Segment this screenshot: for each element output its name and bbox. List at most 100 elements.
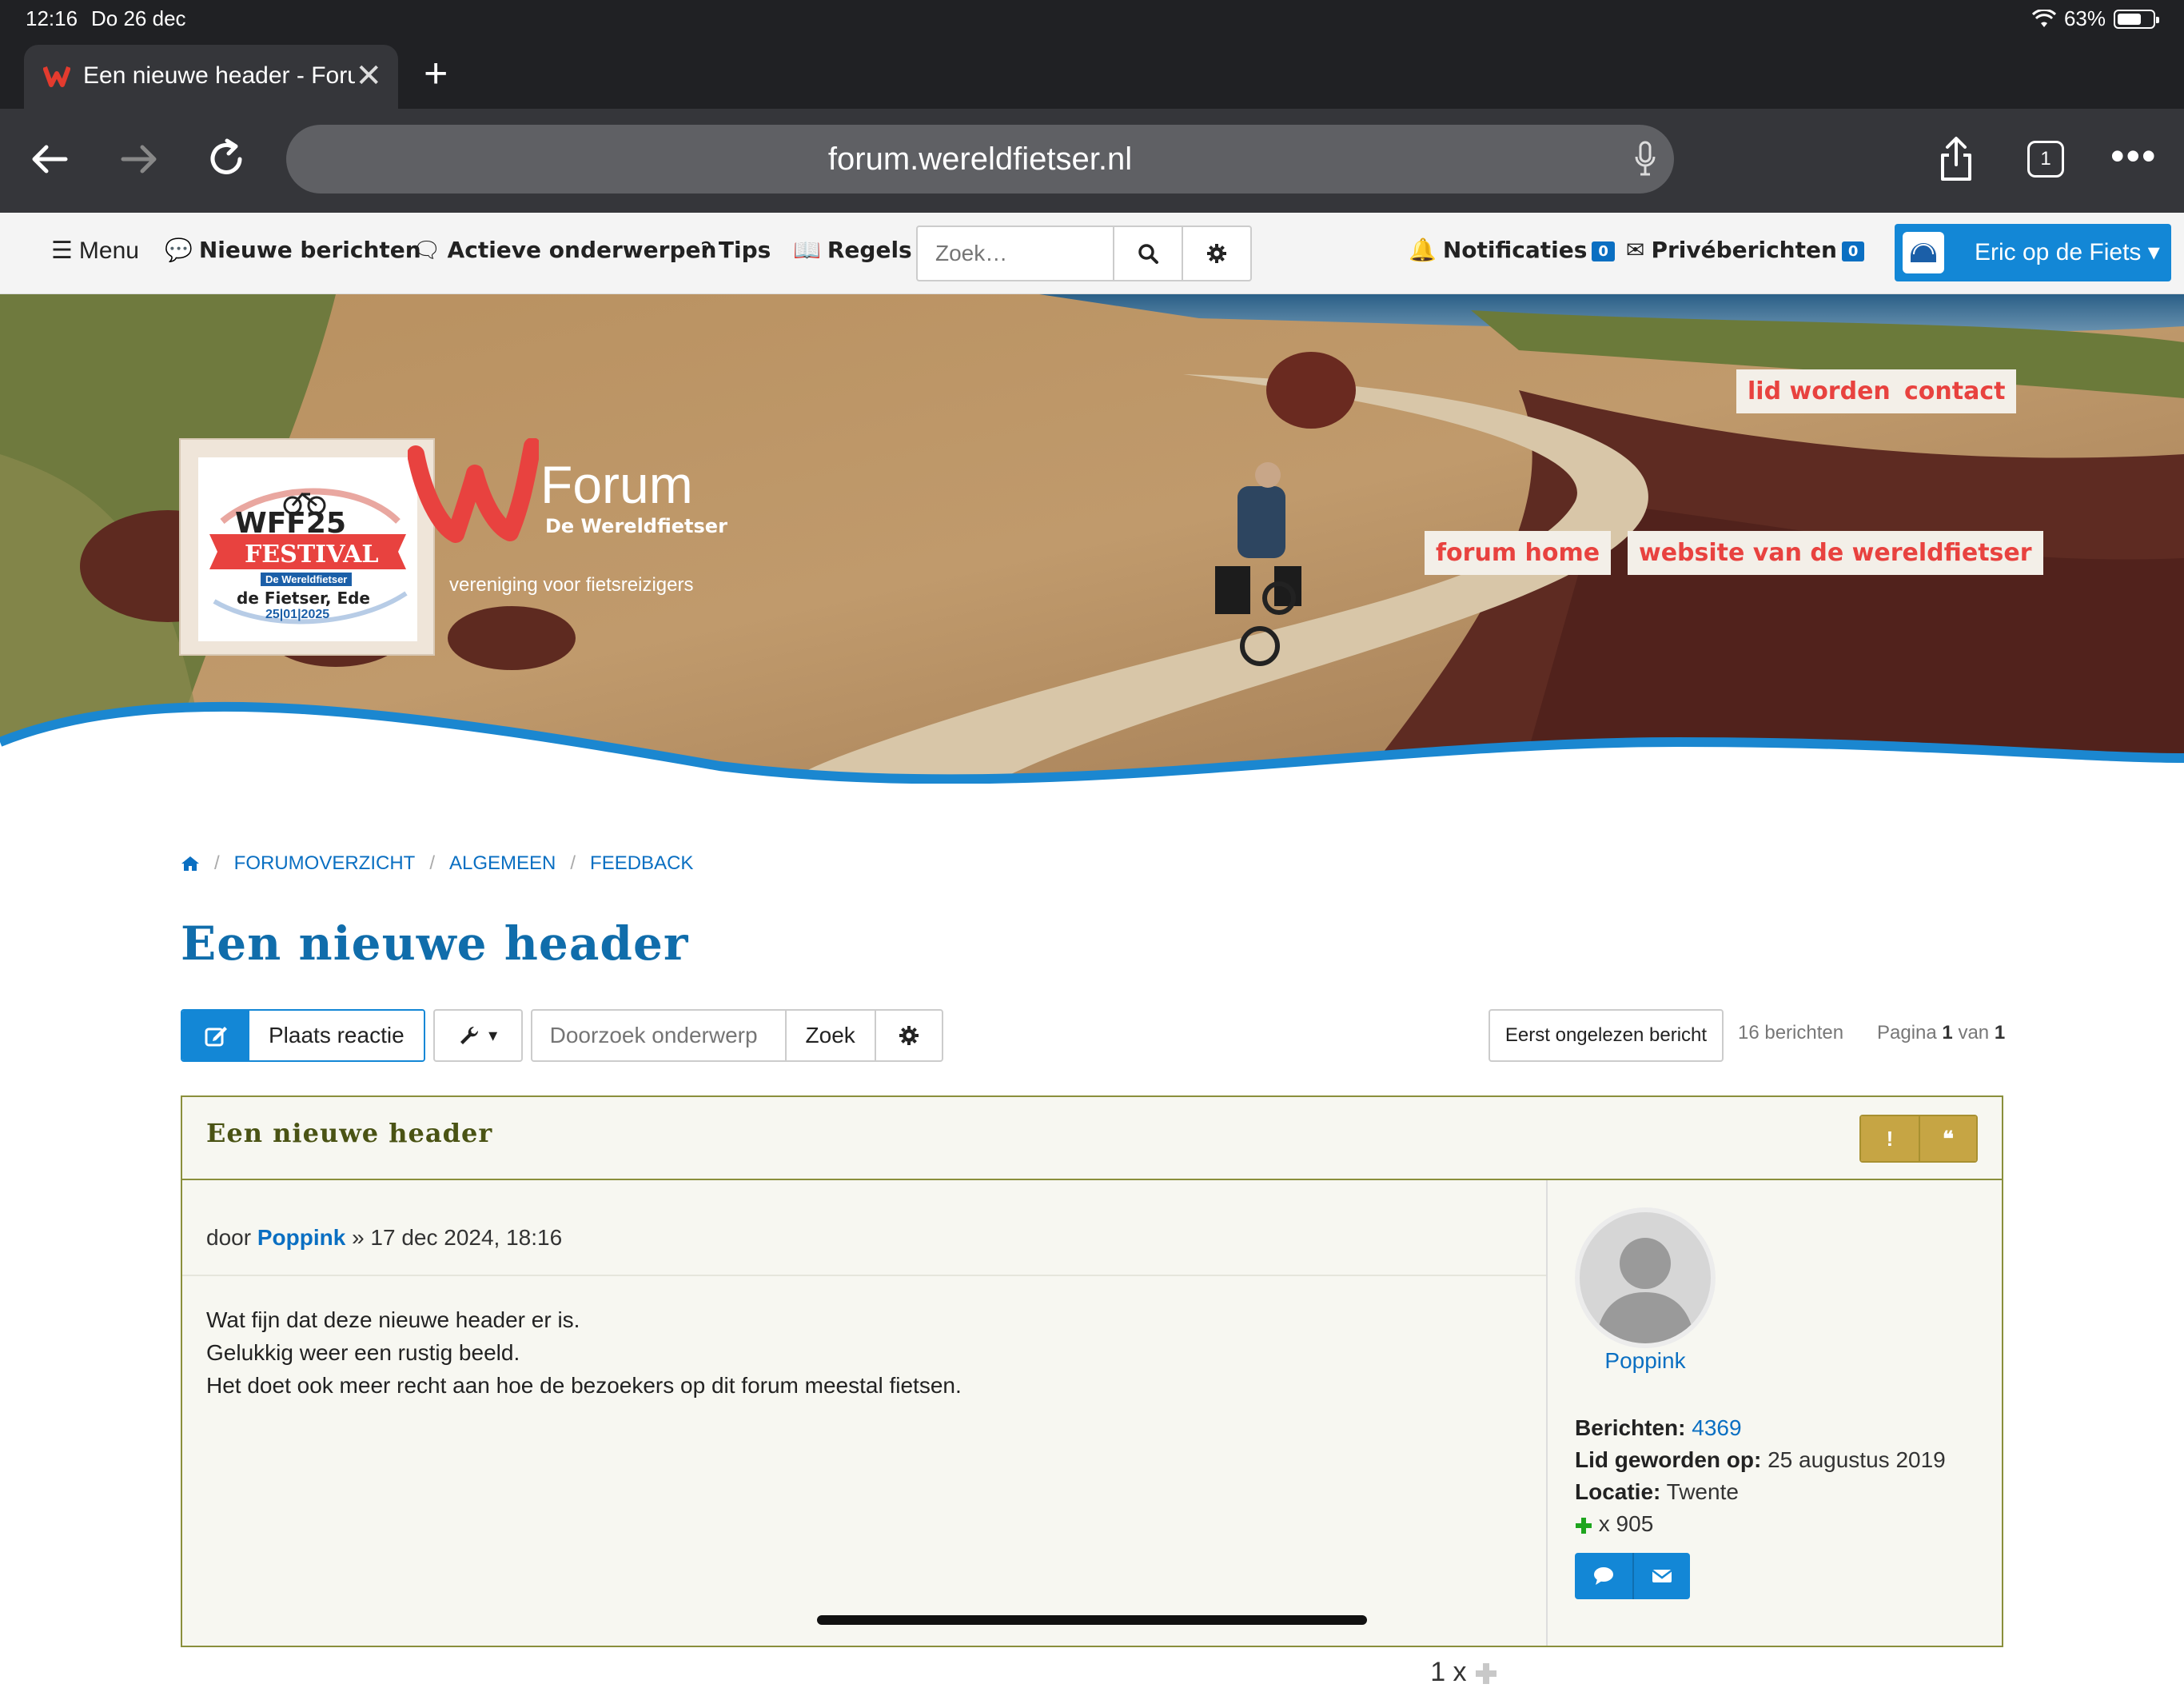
browser-toolbar: forum.wereldfietser.nl 1 ••• xyxy=(0,109,2184,213)
join-link[interactable]: lid worden xyxy=(1736,369,1902,413)
post-likes: 1 x xyxy=(1430,1657,1498,1688)
website-link[interactable]: website van de wereldfietser xyxy=(1628,531,2043,575)
nav-advanced-search-button[interactable] xyxy=(1182,227,1250,280)
plus-icon[interactable] xyxy=(1474,1662,1498,1686)
contact-link[interactable]: contact xyxy=(1893,369,2017,413)
logo-text-org: De Wereldfietser xyxy=(261,573,353,586)
tab-close-icon[interactable]: ✕ xyxy=(355,58,382,94)
share-icon[interactable] xyxy=(1928,131,1984,187)
festival-logo-inner: WFF25 FESTIVAL De Wereldfietser de Fiets… xyxy=(198,457,417,641)
microphone-icon[interactable] xyxy=(1634,141,1656,178)
nav-notifications-label: Notificaties xyxy=(1442,237,1588,263)
new-tab-icon[interactable]: + xyxy=(424,50,448,98)
user-menu-button[interactable]: Eric op de Fiets ▾ xyxy=(1895,224,2171,281)
topic-search-box: Zoek xyxy=(530,1009,943,1062)
profile-joined: Lid geworden op: 25 augustus 2019 xyxy=(1575,1447,1946,1472)
envelope-icon: ✉ xyxy=(1626,237,1645,263)
topic-tools-button[interactable]: ▾ xyxy=(432,1009,523,1062)
first-unread-button[interactable]: Eerst ongelezen bericht xyxy=(1489,1009,1724,1062)
tab-bar: Een nieuwe header - Forum ✕ + xyxy=(0,38,2184,109)
nav-search-button[interactable] xyxy=(1113,227,1182,280)
tab-count-button[interactable]: 1 xyxy=(2027,141,2064,178)
topic-advanced-search-button[interactable] xyxy=(874,1011,942,1060)
topic-search-button[interactable]: Zoek xyxy=(784,1011,875,1060)
status-time: 12:16 xyxy=(26,6,78,30)
profile-posts: Berichten: 4369 xyxy=(1575,1415,1742,1440)
user-avatar xyxy=(1903,232,1944,273)
speech-bubble-icon xyxy=(1594,1567,1613,1585)
nav-new-posts-label: Nieuwe berichten xyxy=(198,237,421,263)
forum-title: Forum xyxy=(540,455,693,514)
url-bar[interactable]: forum.wereldfietser.nl xyxy=(286,125,1674,194)
logo-text-festival: FESTIVAL xyxy=(245,541,379,569)
post-tools: ! ❝ xyxy=(1859,1115,1978,1163)
topic-search-input[interactable] xyxy=(532,1011,785,1060)
festival-logo[interactable]: WFF25 FESTIVAL De Wereldfietser de Fiets… xyxy=(179,438,435,656)
report-button[interactable]: ! xyxy=(1861,1116,1919,1161)
quote-button[interactable]: ❝ xyxy=(1919,1116,1976,1161)
nav-new-posts[interactable]: 💬 Nieuwe berichten xyxy=(165,237,421,263)
profile-stats: Berichten: 4369 Lid geworden op: 25 augu… xyxy=(1575,1412,1946,1540)
nav-private-messages-label: Privéberichten xyxy=(1651,237,1837,263)
reload-icon[interactable] xyxy=(198,131,254,187)
forum-home-link[interactable]: forum home xyxy=(1425,531,1612,575)
wrench-icon xyxy=(460,1026,479,1044)
post-body: door Poppink » 17 dec 2024, 18:16 Wat fi… xyxy=(182,1180,1548,1687)
nav-private-messages[interactable]: ✉ Privéberichten 0 xyxy=(1626,237,1865,263)
page-title[interactable]: Een nieuwe header xyxy=(181,916,688,971)
post-reply-button[interactable]: Plaats reactie xyxy=(181,1009,425,1062)
search-icon xyxy=(1138,244,1158,264)
edit-icon xyxy=(182,1011,249,1060)
gear-icon xyxy=(899,1026,919,1045)
battery-icon xyxy=(2114,9,2159,29)
breadcrumb: / FORUMOVERZICHT / ALGEMEEN / FEEDBACK xyxy=(181,852,693,875)
nav-rules-label: Regels xyxy=(827,237,912,263)
post-count: 16 berichten xyxy=(1738,1022,1844,1044)
logo-text-venue: de Fietser, Ede xyxy=(237,589,370,608)
nav-active-topics-label: Actieve onderwerpen xyxy=(447,237,717,263)
status-date: Do 26 dec xyxy=(91,6,186,30)
profile-message-button[interactable] xyxy=(1575,1553,1632,1599)
pagination-info: Pagina 1 van 1 xyxy=(1877,1022,2006,1044)
nav-tips[interactable]: ? Tips xyxy=(700,237,771,263)
browser-tab[interactable]: Een nieuwe header - Forum ✕ xyxy=(24,45,398,109)
comments-icon: 🗨 xyxy=(412,237,441,263)
nav-notifications[interactable]: 🔔 Notificaties 0 xyxy=(1409,237,1615,263)
forum-subtitle: De Wereldfietser xyxy=(545,515,727,537)
forum-tagline: vereniging voor fietsreizigers xyxy=(449,574,694,596)
question-icon: ? xyxy=(700,237,712,263)
gear-icon xyxy=(1207,244,1226,263)
nav-rules[interactable]: 📖 Regels xyxy=(793,237,912,263)
envelope-icon xyxy=(1652,1570,1672,1582)
profile-username[interactable]: Poppink xyxy=(1575,1348,1716,1374)
avatar[interactable] xyxy=(1575,1207,1716,1348)
forum-navbar: ☰ Menu 💬 Nieuwe berichten 🗨 Actieve onderwe… xyxy=(0,213,2184,294)
back-icon[interactable] xyxy=(22,131,78,187)
home-icon[interactable] xyxy=(181,856,200,872)
breadcrumb-feedback[interactable]: FEEDBACK xyxy=(590,852,693,875)
status-bar: 12:16 Do 26 dec 63% xyxy=(0,0,2184,38)
profile-email-button[interactable] xyxy=(1632,1553,1690,1599)
post-meta: door Poppink » 17 dec 2024, 18:16 xyxy=(206,1225,563,1250)
post-author-profile: Poppink Berichten: 4369 Lid geworden op:… xyxy=(1548,1180,2002,1646)
topic-action-bar: Plaats reactie ▾ Zoek xyxy=(181,1009,943,1062)
forward-icon[interactable] xyxy=(110,131,166,187)
profile-contact-buttons xyxy=(1575,1553,1690,1599)
post-line: Wat fijn dat deze nieuwe header er is. xyxy=(206,1307,580,1332)
more-icon[interactable]: ••• xyxy=(2110,133,2158,179)
wereldfietser-w-logo xyxy=(408,438,539,543)
breadcrumb-forumoverzicht[interactable]: FORUMOVERZICHT xyxy=(234,852,416,875)
forum-header-banner: lid worden contact forum home website va… xyxy=(0,294,2184,784)
breadcrumb-algemeen[interactable]: ALGEMEEN xyxy=(449,852,556,875)
profile-posts-link[interactable]: 4369 xyxy=(1692,1415,1741,1440)
post-author-link[interactable]: Poppink xyxy=(257,1225,345,1250)
post-title[interactable]: Een nieuwe header xyxy=(206,1118,492,1148)
post-line: Het doet ook meer recht aan hoe de bezoe… xyxy=(206,1373,962,1398)
menu-button[interactable]: ☰ Menu xyxy=(51,237,139,265)
home-indicator[interactable] xyxy=(817,1615,1367,1625)
nav-active-topics[interactable]: 🗨 Actieve onderwerpen xyxy=(412,237,716,263)
nav-search-input[interactable] xyxy=(918,227,1113,280)
battery-percent: 63% xyxy=(2063,6,2106,30)
status-right: 63% xyxy=(2031,6,2159,31)
wifi-icon xyxy=(2031,9,2056,27)
